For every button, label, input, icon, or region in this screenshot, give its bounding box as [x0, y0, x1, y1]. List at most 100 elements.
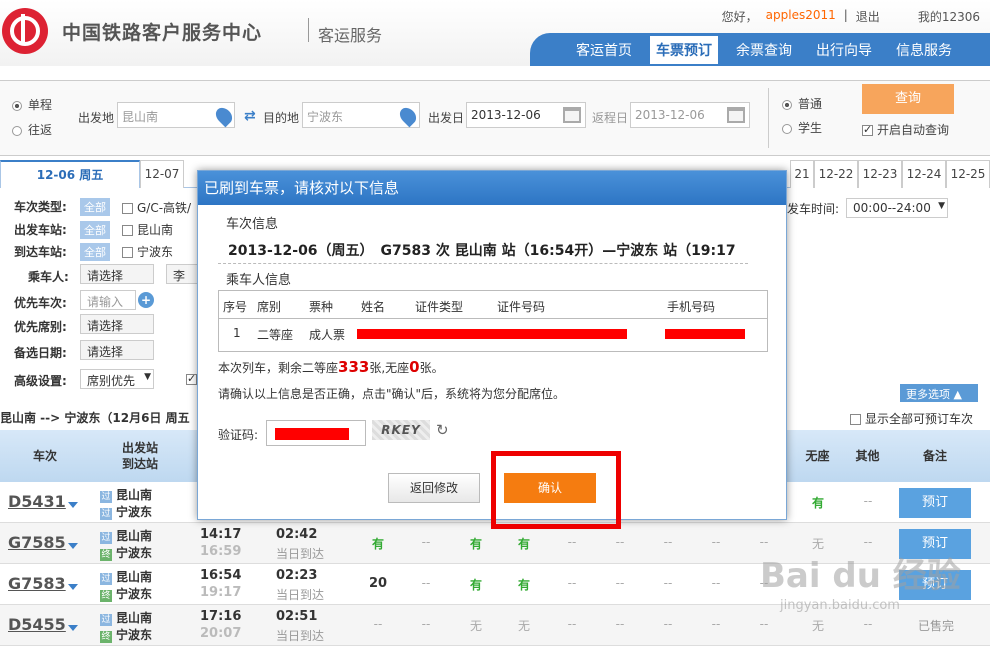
chevron-down-icon[interactable]: [68, 502, 78, 508]
captcha-input[interactable]: [266, 420, 366, 446]
date-label: 出发日: [428, 111, 465, 125]
ticket-student-radio[interactable]: 学生: [782, 119, 822, 136]
arrive-all-tag[interactable]: 全部: [80, 243, 110, 261]
remaining-seats: 本次列车，剩余二等座333张,无座0张。: [218, 358, 444, 376]
chevron-down-icon[interactable]: [68, 625, 78, 631]
calendar-icon[interactable]: [563, 107, 581, 123]
seat-availability-empty: --: [711, 617, 721, 631]
alt-date-label: 备选日期:: [14, 346, 67, 360]
nav-remaining-tickets[interactable]: 余票查询: [730, 36, 798, 64]
other-availability: --: [863, 617, 873, 631]
sold-out-label: 已售完: [917, 619, 954, 633]
depart-time: 16:54: [200, 568, 242, 583]
chevron-down-icon[interactable]: [68, 584, 78, 590]
main-nav: 客运首页 车票预订 余票查询 出行向导 信息服务: [530, 33, 990, 66]
seat-availability: --: [373, 617, 383, 631]
col-seat: 席别: [257, 300, 282, 314]
priority-train-input[interactable]: 请输入: [80, 290, 136, 310]
date-tab[interactable]: 12-22: [814, 160, 858, 188]
date-tab[interactable]: 12-25: [946, 160, 990, 188]
greeting: 您好，: [721, 10, 758, 24]
train-number-link[interactable]: D5431: [8, 492, 66, 511]
calendar-icon[interactable]: [727, 107, 745, 123]
date-tab[interactable]: 12-07: [140, 160, 184, 188]
passenger-table-header: 序号 席别 票种 姓名 证件类型 证件号码 手机号码: [219, 291, 767, 319]
username-link[interactable]: apples2011: [766, 8, 836, 25]
trip-one-way-radio[interactable]: 单程: [12, 96, 52, 113]
col-no-seat: 无座: [805, 449, 830, 463]
date-tab[interactable]: 21: [790, 160, 814, 188]
depart-station-label: 出发车站:: [14, 223, 67, 237]
add-icon[interactable]: +: [138, 292, 154, 308]
from-station: 过昆山南: [100, 488, 153, 503]
nav-home[interactable]: 客运首页: [570, 36, 638, 64]
seat-availability-empty: --: [663, 535, 673, 549]
seat-availability: 有: [371, 537, 384, 551]
arrive-time: 20:07: [200, 626, 242, 641]
nav-travel-guide[interactable]: 出行向导: [810, 36, 878, 64]
col-id-number: 证件号码: [497, 300, 546, 314]
advanced-select[interactable]: 席别优先 ▼: [80, 369, 154, 389]
my-account-link[interactable]: 我的12306: [918, 8, 980, 25]
redaction-bar: [665, 329, 745, 339]
seat-availability: --: [421, 576, 431, 590]
arrive-station-label: 到达车站:: [14, 245, 67, 259]
train-number-link[interactable]: G7583: [8, 574, 66, 593]
depart-station-checkbox[interactable]: 昆山南: [122, 221, 173, 238]
arrive-time: 16:59: [200, 544, 242, 559]
show-all-checkbox[interactable]: 显示全部可预订车次: [850, 410, 973, 427]
top-links: 您好， apples2011 | 退出 我的12306: [722, 8, 980, 25]
seat-availability-empty: --: [759, 617, 769, 631]
seat-availability-empty: --: [711, 535, 721, 549]
train-info-heading: 车次信息: [226, 217, 279, 232]
refresh-icon[interactable]: ↻: [436, 421, 449, 439]
captcha-image[interactable]: RKEY: [372, 420, 430, 440]
depart-time-select[interactable]: 00:00--24:00 ▼: [846, 198, 948, 218]
train-number-link[interactable]: D5455: [8, 615, 66, 634]
query-button[interactable]: 查询: [862, 84, 954, 114]
priority-seat-select[interactable]: 请选择: [80, 314, 154, 334]
seat-availability-empty: --: [615, 576, 625, 590]
trip-round-radio[interactable]: 往返: [12, 121, 52, 138]
date-tab[interactable]: 12-23: [858, 160, 902, 188]
passenger-select[interactable]: 请选择: [80, 264, 154, 284]
watermark-logo: Bai du 经验: [760, 556, 961, 596]
nav-info-service[interactable]: 信息服务: [890, 36, 958, 64]
site-subtitle: 客运服务: [318, 26, 383, 45]
train-type-gc-checkbox[interactable]: G/C-高铁/: [122, 199, 191, 216]
back-modify-button[interactable]: 返回修改: [388, 473, 480, 503]
col-phone: 手机号码: [667, 300, 716, 314]
date-tab-selected[interactable]: 12-06 周五: [0, 160, 140, 188]
train-type-all-tag[interactable]: 全部: [80, 198, 110, 216]
route-summary-text: 昆山南 --> 宁波东（12月6日 周五: [0, 411, 190, 425]
logout-link[interactable]: 退出: [856, 8, 880, 25]
alt-date-select[interactable]: 请选择: [80, 340, 154, 360]
seat-availability-empty: --: [663, 617, 673, 631]
other-availability: --: [863, 494, 873, 508]
swap-icon[interactable]: ⇄: [244, 108, 256, 124]
book-button[interactable]: 预订: [899, 488, 971, 518]
to-station: 终宁波东: [100, 628, 153, 643]
passenger-chip[interactable]: 李莲: [166, 264, 198, 284]
more-options-button[interactable]: 更多选项 ▲: [900, 384, 978, 402]
date-tab[interactable]: 12-24: [902, 160, 946, 188]
ticket-normal-radio[interactable]: 普通: [782, 95, 822, 112]
divider: [768, 88, 769, 148]
railway-logo-icon: [2, 8, 48, 54]
auto-query-checkbox[interactable]: 开启自动查询: [862, 121, 949, 138]
divider: [218, 263, 748, 264]
chevron-up-icon: ▲: [953, 388, 962, 401]
chevron-down-icon[interactable]: [68, 543, 78, 549]
to-station: 过宁波东: [100, 505, 153, 520]
col-stations: 出发站 到达站: [121, 441, 158, 471]
seat-availability-empty: --: [567, 617, 577, 631]
other-availability: --: [863, 535, 873, 549]
col-train: 车次: [32, 449, 57, 463]
notice-text: 请确认以上信息是否正确，点击"确认"后，系统将为您分配席位。: [218, 387, 566, 401]
arrive-station-checkbox[interactable]: 宁波东: [122, 243, 173, 260]
depart-all-tag[interactable]: 全部: [80, 221, 110, 239]
train-number-link[interactable]: G7585: [8, 533, 66, 552]
no-seat-availability: 无: [811, 619, 824, 633]
nav-ticket-booking[interactable]: 车票预订: [650, 35, 718, 64]
chevron-down-icon: ▼: [938, 201, 945, 211]
